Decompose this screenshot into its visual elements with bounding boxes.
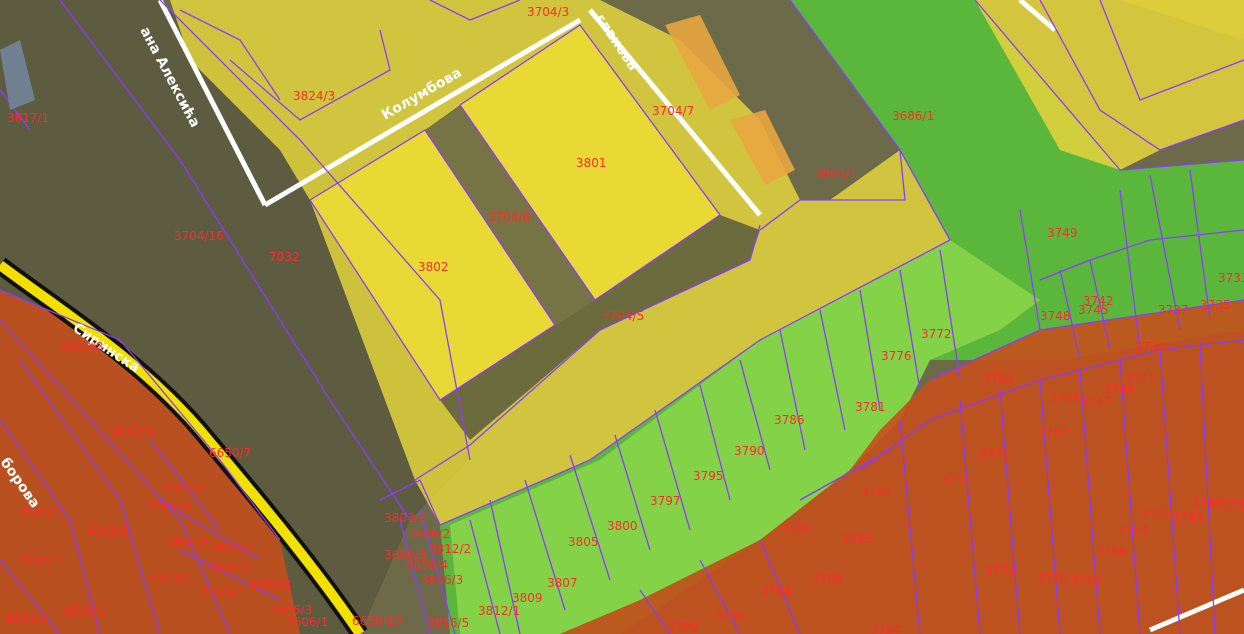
parcel-label: 6650/4 <box>406 558 448 572</box>
parcel-label: 4603/4 <box>249 578 291 592</box>
parcel-label: 4598/7 <box>19 505 61 519</box>
parcel-label: 3768 <box>1071 574 1102 588</box>
parcel-label: 4603/2 <box>200 585 242 599</box>
parcel-label: 3783 <box>861 485 892 499</box>
parcel-label: 3784 <box>870 623 901 634</box>
parcel-label: 3781 <box>855 400 886 414</box>
parcel-label: 4603/3 <box>209 561 251 575</box>
parcel-label: 3807 <box>547 576 578 590</box>
parcel-label: 4602/2 <box>211 541 253 555</box>
parcel-label: 3704/7 <box>652 104 694 118</box>
parcel-label: 4601/2 <box>162 481 204 495</box>
parcel-label: 6650/7 <box>209 446 251 460</box>
parcel-label: 3771 <box>979 448 1010 462</box>
parcel-label: 3775 <box>941 473 972 487</box>
parcel-label: 3745 <box>1078 303 1109 317</box>
parcel-label: 3737 <box>1158 303 1189 317</box>
parcel-label: 6650/19 <box>352 614 402 628</box>
parcel-label: 3766 <box>1096 545 1127 559</box>
parcel-label: 4601/4 <box>112 424 154 438</box>
parcel-label: 3733 <box>1218 271 1244 285</box>
parcel-label: 3738 <box>1222 498 1244 512</box>
parcel-label: 3770 <box>1037 572 1068 586</box>
parcel-label: 3790 <box>734 444 765 458</box>
parcel-label: 3795 <box>693 469 724 483</box>
parcel-label: 3799 <box>668 620 699 634</box>
parcel-label: 3686/1 <box>892 109 934 123</box>
parcel-label: 3735 <box>1200 298 1231 312</box>
parcel-label: 6650/8 <box>61 340 103 354</box>
parcel-label: 4603/1 <box>148 571 190 585</box>
parcel-label: 3794 <box>761 584 792 598</box>
parcel-label: 3704/16 <box>174 229 224 243</box>
parcel-label: 3748 <box>1040 309 1071 323</box>
parcel-label: 3769 <box>983 372 1014 386</box>
parcel-label: 3749 <box>1047 226 1078 240</box>
parcel-label: 7032 <box>269 250 300 264</box>
parcel-label: 3744 <box>1104 382 1135 396</box>
parcel-label: 4601/3 <box>148 499 190 513</box>
map-viewer[interactable]: Колумбова ана Алексића гланова Сиринска … <box>0 0 1244 634</box>
parcel-label: 3686/2 <box>408 527 450 541</box>
parcel-label: 3785 <box>842 532 873 546</box>
parcel-label: 3812/1 <box>478 604 520 618</box>
parcel-label: 3816/3 <box>421 573 463 587</box>
parcel-label: 3704/5 <box>602 309 644 323</box>
parcel-label: 3704/6 <box>488 210 530 224</box>
parcel-label: 3797 <box>650 494 681 508</box>
parcel-label: 3812/2 <box>429 542 471 556</box>
parcel-label: 4593/3 <box>5 612 47 626</box>
parcel-label: 3801 <box>576 156 607 170</box>
parcel-label: 3786 <box>774 413 805 427</box>
parcel-label: 3824/3 <box>293 89 335 103</box>
parcel-label: 3805 <box>568 535 599 549</box>
parcel-label: 3817/1 <box>7 111 49 125</box>
parcel-label: 3803/1 <box>815 167 857 181</box>
parcel-label: 3704/3 <box>527 5 569 19</box>
parcel-label: 3809 <box>512 591 543 605</box>
parcel-label: 4598/1 <box>63 604 105 618</box>
parcel-label: 3816/5 <box>427 616 469 630</box>
parcel-label: 4598/5 <box>17 553 59 567</box>
parcel-label: 3789 <box>781 521 812 535</box>
parcel-label: 3802 <box>418 260 449 274</box>
parcel-label: 3803/2 <box>384 511 426 525</box>
parcel-label: 3774 <box>985 564 1016 578</box>
parcel-label: 3740 <box>1192 496 1223 510</box>
parcel-label: 3800 <box>607 519 638 533</box>
parcel-label: 3767 <box>1038 425 1069 439</box>
parcel-label: 4602/1 <box>86 524 128 538</box>
parcel-label: 3788 <box>812 572 843 586</box>
parcel-label: 3743 <box>1172 510 1203 524</box>
parcel-label: 3764 <box>1118 523 1149 537</box>
cadastral-map[interactable]: Колумбова ана Алексића гланова Сиринска … <box>0 0 1244 634</box>
parcel-label: 4606/1 <box>286 615 328 629</box>
parcel-label: 3746 <box>1141 507 1172 521</box>
parcel-label: 3796 <box>715 609 746 623</box>
parcel-label: 3739 <box>1135 340 1166 354</box>
parcel-label: 3776 <box>881 349 912 363</box>
parcel-label: 3772 <box>921 327 952 341</box>
parcel-label: 3765 <box>1050 391 1081 405</box>
parcel-label: 4602/4 <box>167 535 209 549</box>
parcel-label: 3747 <box>1081 395 1112 409</box>
